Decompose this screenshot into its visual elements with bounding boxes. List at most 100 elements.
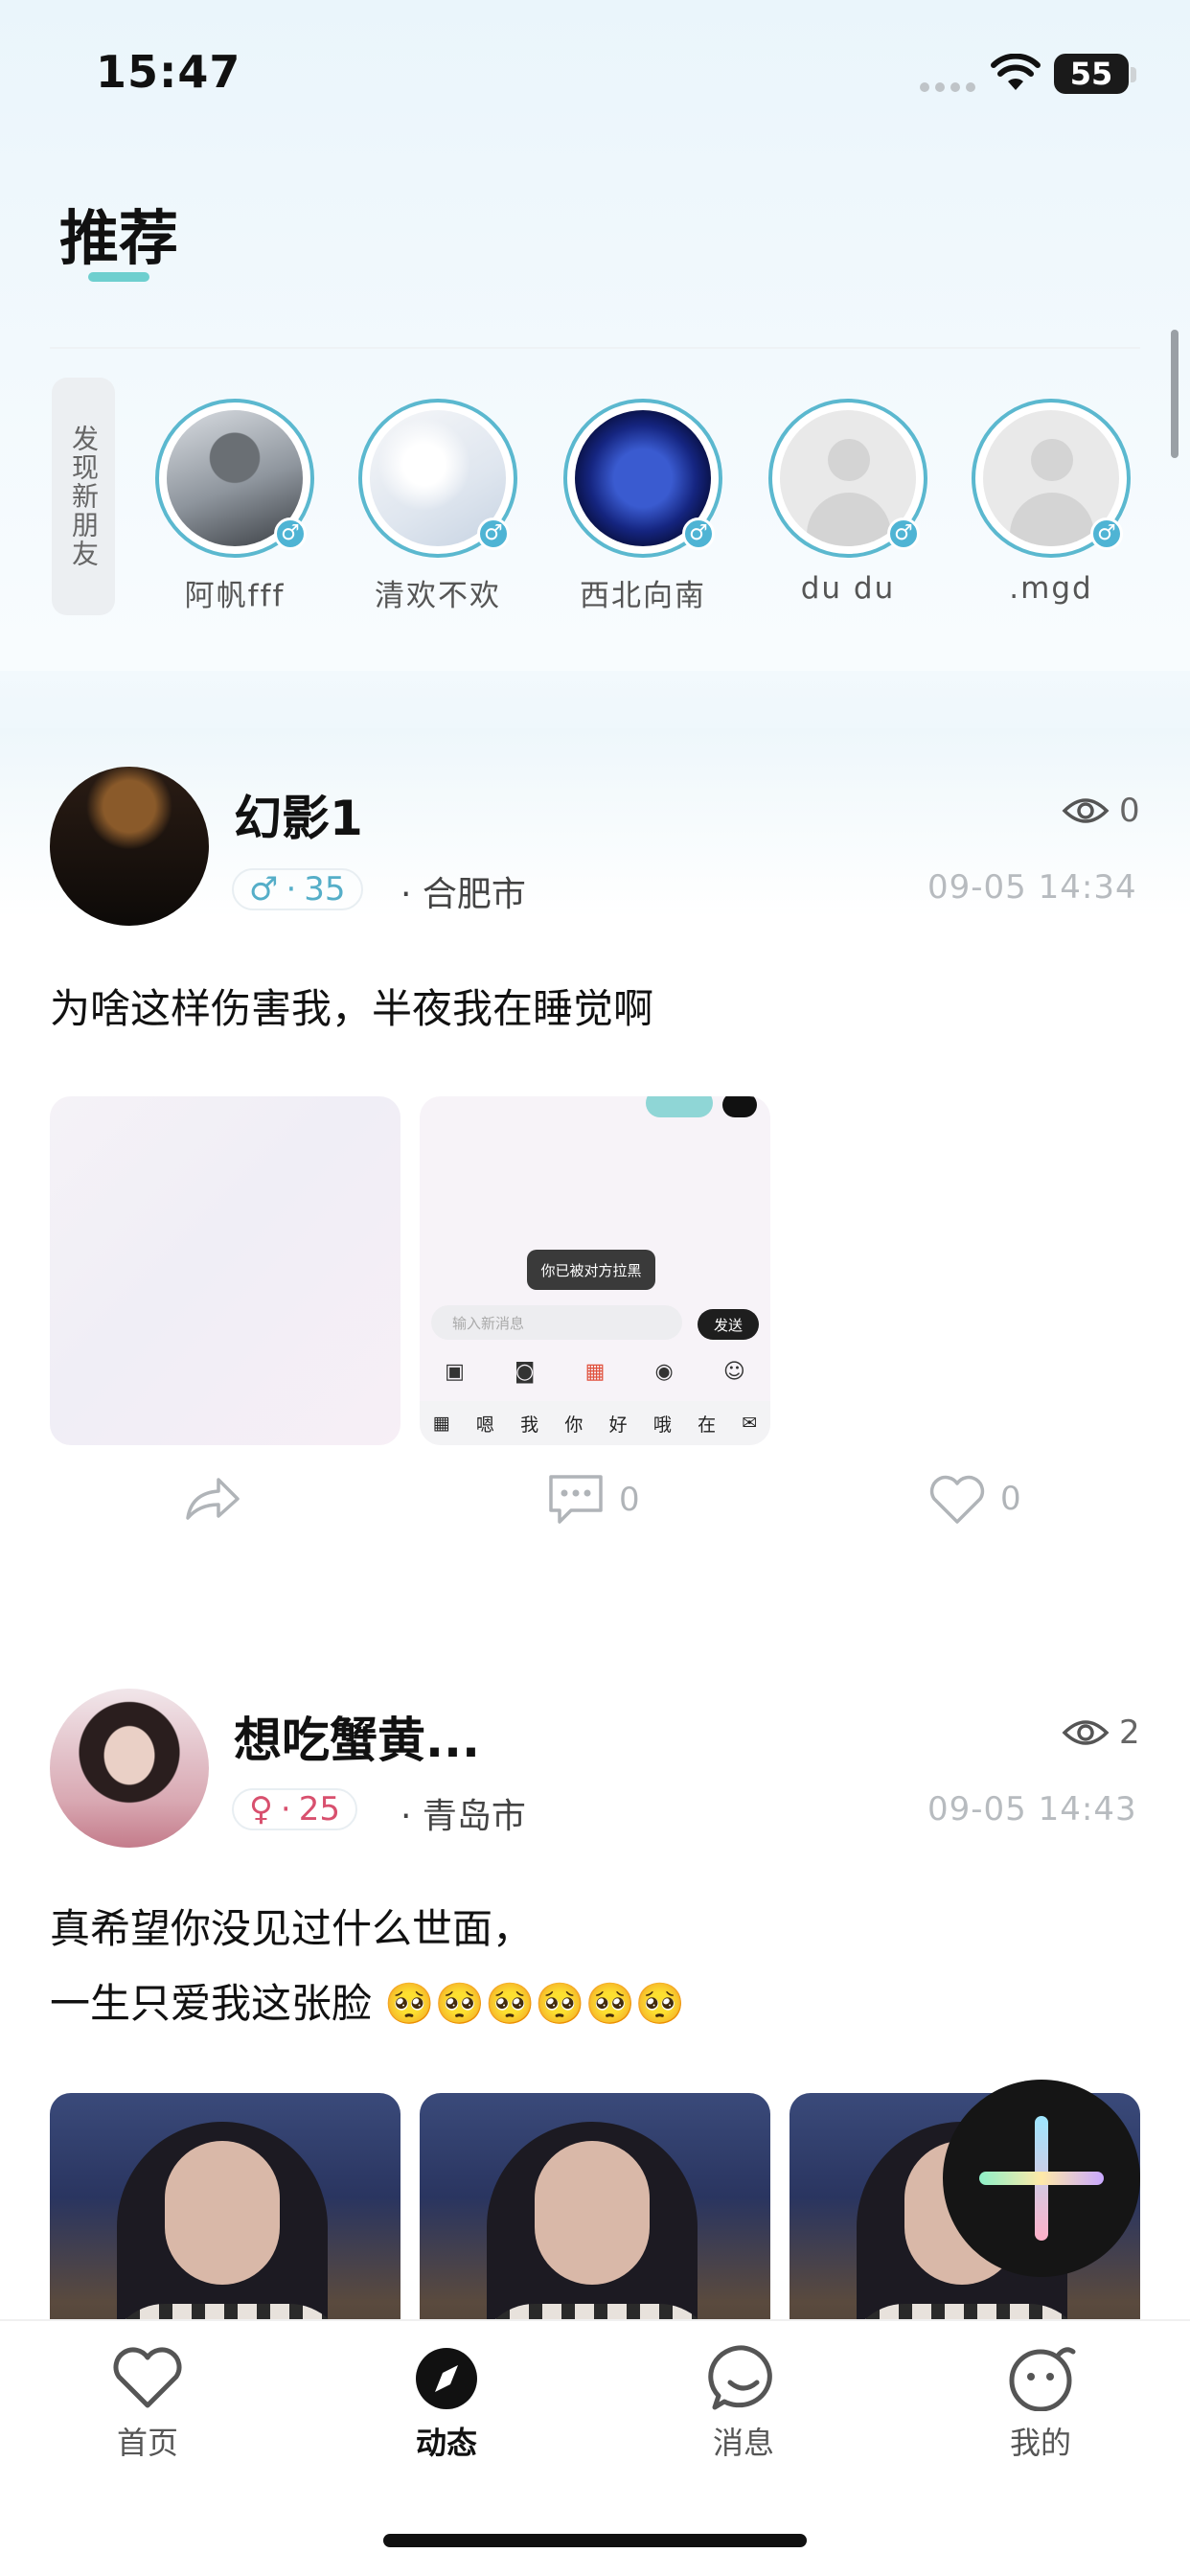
battery-icon: 55 <box>1054 54 1129 94</box>
wifi-icon <box>991 54 1041 90</box>
male-gender-icon: ♂ <box>274 518 307 550</box>
share-icon <box>186 1478 240 1520</box>
friend-name: du du <box>800 571 896 606</box>
heart-icon <box>929 1475 985 1524</box>
divider <box>50 347 1140 349</box>
chat-toolbar-preview: ▣ ◙ ▦ ◉ ☺ <box>420 1351 770 1392</box>
battery-cap <box>1131 67 1136 82</box>
key: 哦 <box>652 1414 672 1436</box>
post-text-line: 一生只爱我这张脸 🥺🥺🥺🥺🥺🥺 <box>50 1980 686 2027</box>
image-icon: ▣ <box>445 1359 465 1384</box>
compass-icon <box>416 2348 477 2409</box>
key: 你 <box>564 1414 584 1436</box>
city-name: 青岛市 <box>422 1797 526 1836</box>
post-location: · 合肥市 <box>400 875 526 914</box>
scrollbar[interactable] <box>1171 330 1179 458</box>
keyboard-preview: ▦ 嗯 我 你 好 哦 在 ✉ <box>420 1401 770 1445</box>
tab-indicator <box>88 272 149 282</box>
friend-avatar[interactable]: ♂ <box>768 399 927 558</box>
discover-label: 发现新朋友 <box>68 425 100 568</box>
key: 在 <box>698 1414 717 1436</box>
key: 我 <box>520 1414 539 1436</box>
post-time: 09-05 14:43 <box>927 1790 1137 1828</box>
post-time: 09-05 14:34 <box>927 868 1137 907</box>
like-count: 0 <box>1000 1480 1021 1518</box>
friend-avatar[interactable]: ♂ <box>972 399 1131 558</box>
post-image[interactable]: 你已被对方拉黑 输入新消息 发送 ▣ ◙ ▦ ◉ ☺ ▦ 嗯 我 你 好 哦 在… <box>420 1096 770 1445</box>
age-value: 25 <box>298 1790 340 1828</box>
comment-count: 0 <box>619 1481 640 1519</box>
tab-home[interactable]: 首页 <box>71 2344 224 2463</box>
create-post-button[interactable] <box>943 2080 1140 2277</box>
gender-age-badge: ♀ · 25 <box>232 1788 357 1830</box>
post-author-avatar[interactable] <box>50 767 209 926</box>
tab-messages[interactable]: 消息 <box>667 2344 820 2463</box>
decor-pill <box>646 1096 713 1117</box>
friend-avatar[interactable]: ♂ <box>155 399 314 558</box>
page-title[interactable]: 推荐 <box>59 190 178 276</box>
tab-label: 动态 <box>415 2425 477 2461</box>
like-button[interactable]: 0 <box>927 1472 1021 1526</box>
male-gender-icon: ♂ <box>1090 518 1123 550</box>
gift-icon: ▦ <box>584 1359 606 1384</box>
friend-item[interactable]: ♂ 西北向南 <box>552 399 734 614</box>
separator-dot: · <box>280 1790 291 1828</box>
friend-item[interactable]: ♂ 阿帆fff <box>144 399 326 614</box>
cellular-signal-icon <box>920 82 977 92</box>
post-author-avatar[interactable] <box>50 1689 209 1848</box>
key: 好 <box>608 1414 628 1436</box>
friend-item[interactable]: ♂ du du <box>757 399 939 606</box>
friend-avatar[interactable]: ♂ <box>563 399 722 558</box>
share-button[interactable] <box>182 1474 241 1524</box>
post-location: · 青岛市 <box>400 1797 526 1836</box>
tab-label: 首页 <box>116 2425 178 2461</box>
tab-feed[interactable]: 动态 <box>370 2344 523 2463</box>
comment-button[interactable]: 0 <box>546 1472 640 1528</box>
post-text: 为啥这样伤害我，半夜我在睡觉啊 <box>50 985 654 1032</box>
voice-icon: ◉ <box>654 1359 674 1384</box>
camera-icon: ◙ <box>515 1359 536 1384</box>
status-time: 15:47 <box>96 46 241 98</box>
face-icon <box>1009 2347 1076 2412</box>
post-author-name[interactable]: 幻影1 <box>234 780 363 849</box>
tab-label: 我的 <box>1009 2425 1071 2461</box>
tab-profile[interactable]: 我的 <box>964 2344 1117 2463</box>
post-image[interactable] <box>50 1096 400 1445</box>
grid-icon: ▦ <box>432 1413 450 1434</box>
heart-icon <box>113 2347 182 2408</box>
gender-age-badge: ♂ · 35 <box>232 868 363 910</box>
home-indicator[interactable] <box>383 2534 807 2547</box>
friend-name: 西北向南 <box>580 579 706 613</box>
plus-icon <box>979 2116 1104 2241</box>
male-gender-icon: ♂ <box>477 518 510 550</box>
status-bar: 15:47 55 <box>0 0 1190 144</box>
friend-name: 清欢不欢 <box>375 579 501 613</box>
post-author-name[interactable]: 想吃蟹黄... <box>234 1702 480 1771</box>
photo-content <box>535 2141 650 2285</box>
age-value: 35 <box>304 870 346 908</box>
separator-dot: · <box>286 870 297 908</box>
chat-smile-icon <box>708 2345 772 2410</box>
comment-icon <box>549 1475 603 1524</box>
view-count-value: 2 <box>1119 1714 1140 1752</box>
eye-icon <box>1062 1720 1110 1745</box>
friend-item[interactable]: ♂ .mgd <box>960 399 1142 606</box>
friend-item[interactable]: ♂ 清欢不欢 <box>347 399 529 614</box>
friend-avatar[interactable]: ♂ <box>358 399 517 558</box>
discover-new-friends-button[interactable]: 发现新朋友 <box>52 378 115 615</box>
message-input-preview: 输入新消息 <box>431 1305 682 1340</box>
eye-icon <box>1062 798 1110 823</box>
friend-name: 阿帆fff <box>184 579 286 613</box>
post-text-line: 真希望你没见过什么世面， <box>50 1905 534 1952</box>
female-gender-icon: ♀ <box>249 1790 273 1828</box>
blocked-toast: 你已被对方拉黑 <box>527 1250 655 1290</box>
city-name: 合肥市 <box>422 875 526 914</box>
key: 嗯 <box>475 1414 494 1436</box>
view-count: 2 <box>1062 1714 1140 1752</box>
tab-label: 消息 <box>712 2425 774 2461</box>
view-count-value: 0 <box>1119 792 1140 830</box>
emoji-icon: ☺ <box>722 1359 745 1384</box>
friend-name: .mgd <box>1009 571 1093 606</box>
male-gender-icon: ♂ <box>887 518 920 550</box>
decor-avatar <box>722 1096 757 1117</box>
